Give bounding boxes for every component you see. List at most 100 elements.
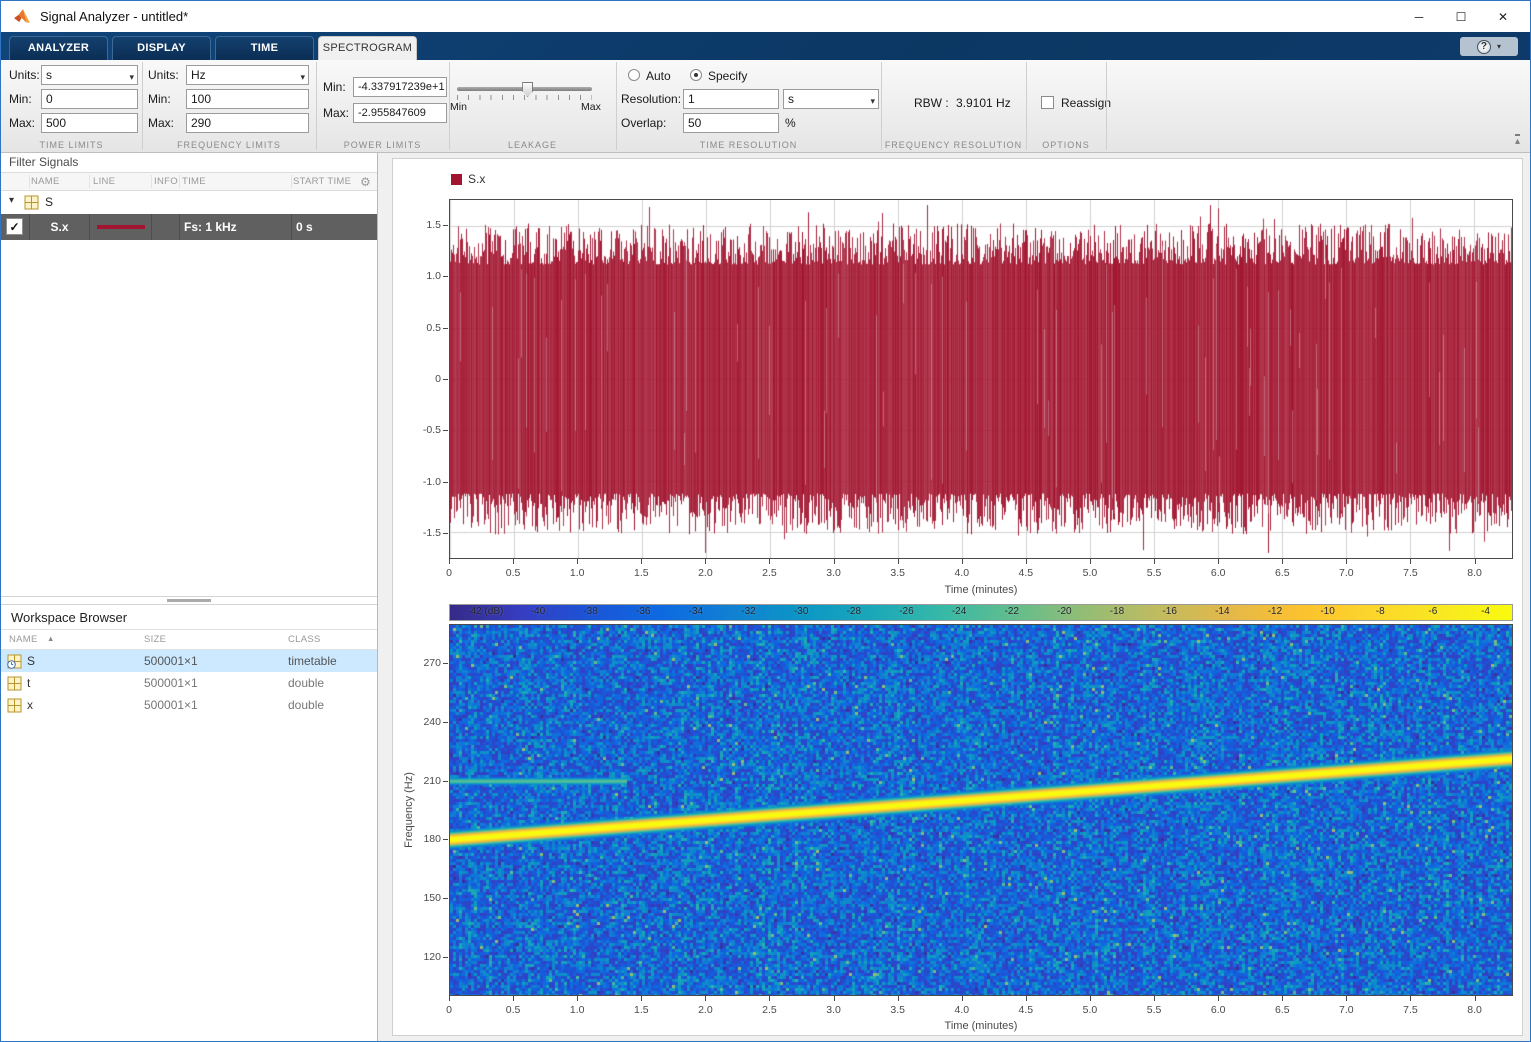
y-tick-mark <box>443 722 448 723</box>
spectrogram-canvas[interactable] <box>450 625 1512 995</box>
tab-analyzer[interactable]: ANALYZER <box>9 36 108 60</box>
spectrogram-plot-box <box>449 624 1513 996</box>
section-power-limits: POWER LIMITS <box>316 140 449 150</box>
y-tick-label: -1.5 <box>405 527 441 539</box>
leakage-slider-ruler <box>457 95 592 100</box>
colorbar-tick-label: -4 <box>1481 604 1490 619</box>
ws-col-class[interactable]: CLASS <box>288 634 321 645</box>
power-max-input[interactable]: -2.955847609 <box>353 103 447 123</box>
section-divider <box>881 62 882 150</box>
y-tick-label: 210 <box>405 775 441 787</box>
tab-time[interactable]: TIME <box>215 36 314 60</box>
colorbar-tick-label: -20 <box>1057 604 1071 619</box>
x-tick-mark <box>898 559 899 564</box>
power-max-label: Max: <box>323 106 349 120</box>
col-name[interactable]: NAME <box>31 176 60 187</box>
gear-icon[interactable]: ⚙ <box>360 175 371 189</box>
time-min-input[interactable]: 0 <box>41 89 138 109</box>
waveform-legend: S.x <box>451 172 485 186</box>
workspace-row-S[interactable]: S 500001×1 timetable <box>1 650 377 672</box>
x-tick-mark <box>1282 559 1283 564</box>
x-tick-mark <box>449 559 450 564</box>
signal-checkbox[interactable]: ✓ <box>6 218 23 235</box>
y-tick-mark <box>443 276 448 277</box>
colorbar-tick-label: -42 (dB) <box>467 604 503 619</box>
column-separator <box>151 175 152 188</box>
workspace-row-x[interactable]: x 500001×1 double <box>1 694 377 716</box>
col-info[interactable]: INFO <box>154 176 178 187</box>
auto-radio-label: Auto <box>646 69 671 83</box>
signal-group-row[interactable]: ▾ S <box>1 191 377 214</box>
maximize-button[interactable]: ☐ <box>1440 1 1482 32</box>
x-tick-label: 5.5 <box>1147 567 1162 579</box>
dropdown-arrow-icon: ▾ <box>870 93 875 109</box>
colorbar-tick-label: -14 <box>1215 604 1229 619</box>
power-min-label: Min: <box>323 80 346 94</box>
section-divider <box>616 62 617 150</box>
resolution-input[interactable]: 1 <box>683 89 779 109</box>
col-start-time[interactable]: START TIME <box>293 176 351 187</box>
help-button[interactable]: ? ▾ <box>1460 37 1518 56</box>
x-tick-mark <box>1026 559 1027 564</box>
column-separator <box>89 175 90 188</box>
rbw-value: 3.9101 Hz <box>956 96 1011 110</box>
freq-min-input[interactable]: 100 <box>186 89 309 109</box>
main-area: Filter Signals NAME LINE INFO TIME START… <box>1 153 1530 1041</box>
timetable-icon <box>7 654 22 669</box>
dropdown-arrow-icon: ▾ <box>300 69 305 85</box>
spectrogram-colorbar[interactable] <box>449 604 1513 621</box>
help-icon: ? <box>1477 40 1491 54</box>
filter-signals-label[interactable]: Filter Signals <box>9 155 78 169</box>
auto-radio[interactable] <box>628 69 640 81</box>
x-tick-mark <box>1218 559 1219 564</box>
time-max-input[interactable]: 500 <box>41 113 138 133</box>
time-units-label: Units: <box>9 68 40 82</box>
col-line[interactable]: LINE <box>93 176 115 187</box>
double-icon <box>7 676 22 691</box>
x-tick-label: 3.5 <box>890 1004 905 1016</box>
section-divider <box>142 62 143 150</box>
section-time-resolution: TIME RESOLUTION <box>616 140 881 150</box>
minimize-button[interactable]: ─ <box>1398 1 1440 32</box>
reassign-checkbox[interactable] <box>1041 96 1054 109</box>
x-tick-label: 7.5 <box>1403 1004 1418 1016</box>
x-tick-label: 0.5 <box>506 1004 521 1016</box>
power-min-input[interactable]: -4.337917239e+1 <box>353 77 447 97</box>
x-tick-mark <box>1475 996 1476 1001</box>
signal-row[interactable]: ✓ S.x Fs: 1 kHz 0 s <box>1 214 377 240</box>
x-tick-mark <box>834 996 835 1001</box>
x-tick-mark <box>962 996 963 1001</box>
colorbar-tick-label: -34 <box>689 604 703 619</box>
x-tick-label: 4.0 <box>954 567 969 579</box>
workspace-row-t[interactable]: t 500001×1 double <box>1 672 377 694</box>
time-units-dropdown[interactable]: s▾ <box>41 65 138 85</box>
waveform-plot-canvas[interactable] <box>450 200 1512 558</box>
waveform-x-axis-label: Time (minutes) <box>945 584 1018 596</box>
workspace-browser-header: Workspace Browser <box>1 605 377 629</box>
overlap-input[interactable]: 50 <box>683 113 779 133</box>
title-bar: Signal Analyzer - untitled* ─ ☐ ✕ <box>1 1 1530 32</box>
colorbar-tick-label: -16 <box>1162 604 1176 619</box>
specify-radio[interactable] <box>690 69 702 81</box>
ws-col-size[interactable]: SIZE <box>144 634 166 645</box>
signal-time-cell: Fs: 1 kHz <box>179 214 291 240</box>
x-tick-label: 2.5 <box>762 1004 777 1016</box>
tab-spectrogram[interactable]: SPECTROGRAM <box>318 36 417 60</box>
panel-splitter-handle[interactable] <box>167 599 211 602</box>
y-tick-mark <box>443 839 448 840</box>
display-panel: S.x Time (minutes) Time (minutes) Freque… <box>392 158 1523 1036</box>
x-tick-mark <box>1090 559 1091 564</box>
resolution-units-dropdown[interactable]: s▾ <box>783 89 879 109</box>
collapse-toolstrip-button[interactable]: ▴ <box>1515 134 1520 146</box>
expander-icon[interactable]: ▾ <box>9 195 14 206</box>
freq-units-dropdown[interactable]: Hz▾ <box>186 65 309 85</box>
ws-col-name[interactable]: NAME <box>9 634 38 645</box>
tab-display[interactable]: DISPLAY <box>112 36 211 60</box>
close-button[interactable]: ✕ <box>1482 1 1524 32</box>
leakage-min-label: Min <box>450 101 467 113</box>
signal-table-header: NAME LINE INFO TIME START TIME ⚙ <box>1 172 377 191</box>
toolstrip-tab-bar: ANALYZER DISPLAY TIME SPECTROGRAM ? ▾ <box>1 32 1530 60</box>
freq-max-input[interactable]: 290 <box>186 113 309 133</box>
col-time[interactable]: TIME <box>182 176 206 187</box>
leakage-max-label: Max <box>581 101 601 113</box>
